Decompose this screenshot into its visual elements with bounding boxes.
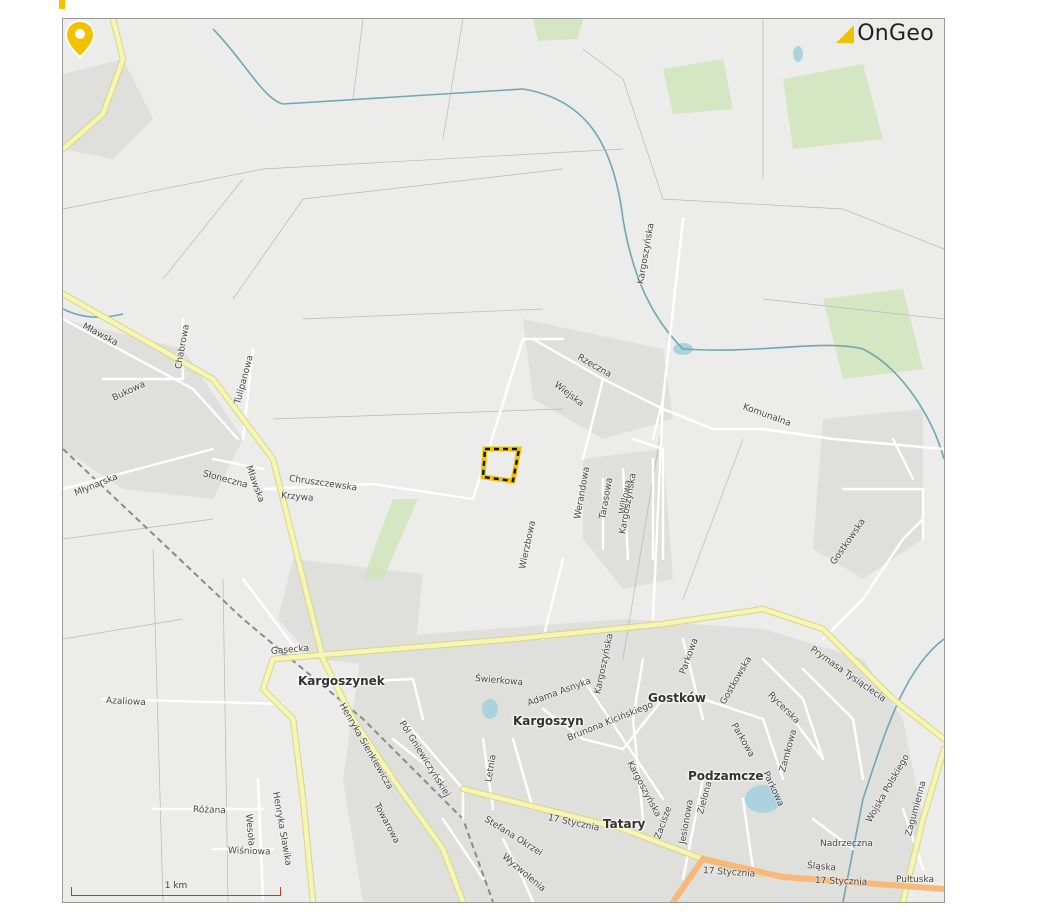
accent-bar <box>59 0 65 9</box>
street-label-rozana: Różana <box>192 805 226 817</box>
map-base-layer <box>63 19 944 902</box>
street-label-17-stycznia-e: 17 Stycznia <box>814 876 868 888</box>
street-label-nadrzeczna: Nadrzeczna <box>820 839 873 849</box>
map-canvas[interactable]: OnGeo Kargoszynek Kargoszyn Gostków Podz… <box>62 18 945 903</box>
street-label-azaliowa: Azaliowa <box>105 696 146 709</box>
parcel-outline <box>480 446 523 484</box>
place-label-kargoszyn: Kargoszyn <box>513 714 584 728</box>
scale-bar-label: 1 km <box>164 881 188 891</box>
place-label-podzamcze: Podzamcze <box>688 769 764 783</box>
place-label-kargoszynek: Kargoszynek <box>298 674 385 688</box>
street-label-pultuska: Pułtuska <box>896 875 935 885</box>
ongeo-logo: OnGeo <box>836 21 934 46</box>
ongeo-logo-icon <box>836 24 855 43</box>
location-pin-icon[interactable] <box>63 19 97 83</box>
place-label-tatary: Tatary <box>603 817 646 831</box>
place-label-gostkow: Gostków <box>648 691 706 705</box>
street-label-wisniowa: Wiśniowa <box>227 846 271 858</box>
ongeo-logo-text: OnGeo <box>857 21 934 46</box>
scale-bar: 1 km <box>71 881 281 896</box>
